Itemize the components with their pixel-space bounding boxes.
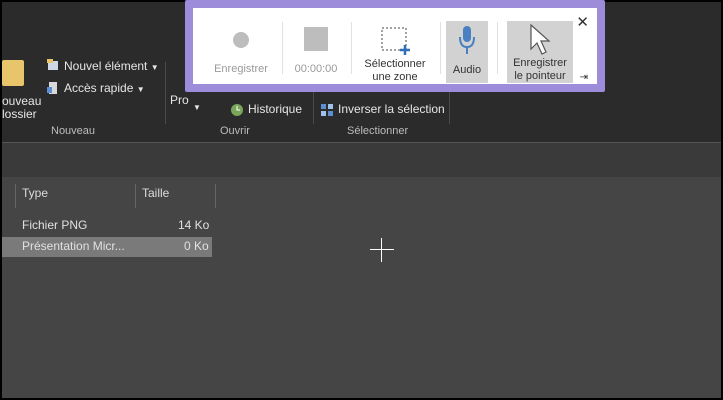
column-separator[interactable] <box>135 184 136 208</box>
file-type[interactable]: Fichier PNG <box>22 218 87 232</box>
invert-selection-button[interactable]: Inverser la sélection <box>338 102 445 116</box>
pointer-icon <box>530 23 551 55</box>
recorder-toolbar: Enregistrer 00:00:00 Sélectionner une zo… <box>185 0 605 92</box>
select-area-button[interactable]: Sélectionner une zone <box>356 8 434 84</box>
stop-icon <box>304 27 328 51</box>
record-label: Enregistrer <box>214 63 268 75</box>
toolbar-separator <box>497 22 498 74</box>
column-separator[interactable] <box>15 184 16 208</box>
toolbar-separator <box>351 22 352 74</box>
recorder-panel: Enregistrer 00:00:00 Sélectionner une zo… <box>193 8 597 84</box>
chevron-down-icon: ▼ <box>136 85 145 94</box>
toolbar-separator <box>282 22 283 74</box>
audio-toggle[interactable]: Audio <box>446 21 488 83</box>
quick-access-icon <box>47 82 57 94</box>
record-icon <box>233 32 249 48</box>
address-bar-area <box>2 142 721 177</box>
history-button[interactable]: Historique <box>248 102 302 116</box>
select-area-label-2: une zone <box>372 71 418 83</box>
properties-button[interactable]: Pro <box>170 93 189 107</box>
pointer-label-2: le pointeur <box>514 70 566 82</box>
file-size: 14 Ko <box>178 218 210 232</box>
select-area-label-1: Sélectionner <box>364 58 426 70</box>
pin-icon[interactable]: ⇥ <box>580 72 588 83</box>
crosshair-cursor-icon <box>370 249 394 250</box>
audio-label: Audio <box>452 64 482 76</box>
chevron-down-icon: ▼ <box>193 103 201 112</box>
file-type[interactable]: Présentation Micr... <box>22 239 125 253</box>
column-header-size[interactable]: Taille <box>142 186 169 200</box>
file-list-area <box>2 177 721 398</box>
quick-access-button[interactable]: Accès rapide ▼ <box>64 81 145 95</box>
new-folder-icon <box>2 60 24 86</box>
record-button[interactable]: Enregistrer <box>203 8 279 84</box>
stop-button[interactable]: 00:00:00 <box>286 8 346 84</box>
file-size: 0 Ko <box>184 239 209 253</box>
group-label-open: Ouvrir <box>220 125 250 137</box>
history-icon <box>231 104 243 116</box>
close-icon[interactable]: ✕ <box>576 13 589 31</box>
timer-label: 00:00:00 <box>294 63 338 75</box>
record-pointer-toggle[interactable]: Enregistrer le pointeur <box>507 21 573 83</box>
invert-selection-icon <box>321 104 333 116</box>
select-area-icon <box>381 27 410 55</box>
new-folder-label-2[interactable]: lossier <box>2 107 37 121</box>
pointer-label-1: Enregistrer <box>513 57 567 69</box>
microphone-icon <box>459 26 475 54</box>
group-label-select: Sélectionner <box>347 125 409 137</box>
new-folder-label-1[interactable]: ouveau <box>2 94 41 108</box>
column-header-type[interactable]: Type <box>22 186 48 200</box>
crosshair-cursor-icon <box>381 238 382 262</box>
group-label-new: Nouveau <box>51 125 96 137</box>
chevron-down-icon: ▼ <box>150 63 159 72</box>
new-item-button[interactable]: Nouvel élément ▼ <box>64 59 159 73</box>
column-separator[interactable] <box>215 184 216 208</box>
new-item-icon <box>47 59 58 70</box>
ribbon-separator <box>165 62 166 124</box>
toolbar-separator <box>440 22 441 74</box>
